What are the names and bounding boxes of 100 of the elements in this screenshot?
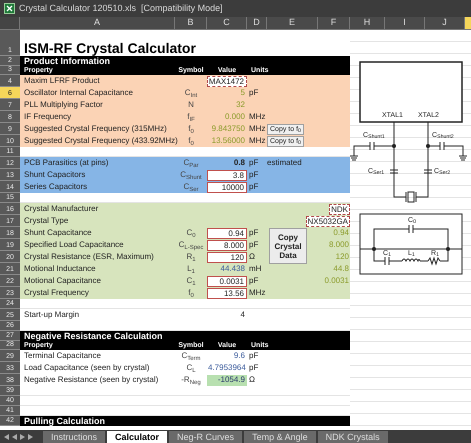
column-header[interactable]: B	[175, 17, 207, 30]
property-label: PLL Multiplying Factor	[24, 100, 103, 109]
value-cell-text: 0.000	[224, 112, 246, 122]
sheet-title: ISM-RF Crystal Calculator	[24, 41, 196, 56]
unit-text: MHz	[249, 136, 266, 145]
unit-text: pF	[249, 276, 258, 285]
column-header[interactable]: I	[385, 17, 425, 30]
property-label: Negative Resistance (seen by crystal)	[24, 375, 158, 384]
value-cell[interactable]: 13.56	[207, 288, 247, 298]
property-label: Oscillator Internal Capacitance	[24, 88, 133, 97]
sheet-tab[interactable]: Calculator	[107, 431, 168, 443]
value-cell-text: 9.6	[232, 350, 246, 362]
unit-text: Ω	[249, 375, 255, 384]
value-cell: -1054.9	[207, 374, 247, 386]
column-header[interactable]: F	[318, 17, 350, 30]
value-cell[interactable]: 0.0031	[207, 276, 247, 286]
symbol-text: C$_{Ser}$	[183, 182, 199, 191]
unit-text: pF	[249, 158, 258, 167]
symbol-text: C$_{0}$	[186, 228, 196, 237]
crystal-value[interactable]: NDK	[329, 204, 350, 214]
value-cell-text: 5	[240, 88, 246, 98]
note-text: estimated	[267, 158, 302, 167]
section-header: Pulling Calculation	[20, 416, 350, 426]
sheet-tab[interactable]: Neg-R Curves	[169, 431, 242, 443]
crystal-value[interactable]: NX5032GA	[306, 216, 350, 226]
crystal-value: 120	[334, 252, 350, 262]
value-cell[interactable]: 0.94	[207, 228, 247, 238]
unit-text: MHz	[249, 288, 266, 297]
value-cell[interactable]: 10000	[207, 182, 247, 192]
value-cell-text: 9.843750	[210, 124, 246, 134]
column-header[interactable]: C	[207, 17, 247, 30]
copy-crystal-data-button[interactable]: Copy Crystal Data	[269, 228, 307, 264]
property-label: Maxim LFRF Product	[24, 76, 100, 85]
unit-text: MHz	[249, 124, 266, 133]
column-header[interactable]: A	[20, 17, 175, 30]
sheet-tab[interactable]: Instructions	[43, 431, 106, 443]
unit-text: pF	[249, 228, 258, 237]
symbol-text: f$_{IF}$	[187, 112, 195, 121]
symbol-text: C$_{Term}$	[181, 351, 201, 360]
symbol-text: C$_{Par}$	[183, 158, 199, 167]
property-label: Shunt Capacitance	[24, 228, 92, 237]
property-label: Shunt Capacitors	[24, 170, 86, 179]
spreadsheet-icon	[4, 3, 15, 14]
sheet-tab[interactable]: Temp & Angle	[244, 431, 316, 443]
section-header: Negative Resistance Calculation	[20, 331, 350, 341]
symbol-text: C$_{Int}$	[184, 88, 198, 97]
value-cell-text: 0.8	[232, 158, 246, 168]
value-cell[interactable]: MAX1472	[206, 76, 247, 86]
property-label: Series Capacitors	[24, 182, 88, 191]
property-label: Crystal Manufacturer	[24, 204, 98, 213]
property-label: Start-up Margin	[24, 310, 80, 319]
crystal-value: 0.94	[332, 228, 350, 238]
unit-text: pF	[249, 170, 258, 179]
property-label: Crystal Type	[24, 216, 68, 225]
value-cell-text: 13.56000	[210, 136, 246, 146]
symbol-text: f$_{0}$	[188, 124, 194, 133]
value-cell[interactable]: 8.000	[207, 240, 247, 250]
symbol-text: C$_{L}$	[186, 363, 196, 372]
property-label: Crystal Frequency	[24, 288, 89, 297]
column-header[interactable]	[465, 17, 471, 30]
value-cell-text: 44.438	[220, 264, 246, 274]
window-title: Crystal Calculator 120510.xls [Compatibility Mode]	[19, 2, 223, 15]
unit-text: pF	[249, 182, 258, 191]
property-label: IF Frequency	[24, 112, 72, 121]
value-cell-text: 32	[235, 100, 246, 110]
property-label: Specified Load Capacitance	[24, 240, 124, 249]
symbol-text: -R$_{Neg}$	[181, 375, 201, 384]
value-cell[interactable]: 3.8	[207, 170, 247, 180]
property-label: Suggested Crystal Frequency (433.92MHz)	[24, 136, 178, 145]
property-label: PCB Parasitics (at pins)	[24, 158, 108, 167]
crystal-value: 44.8	[332, 264, 350, 274]
unit-text: pF	[249, 240, 258, 249]
symbol-text: f$_{0}$	[188, 288, 194, 297]
column-header[interactable]: J	[425, 17, 465, 30]
sheet-tab[interactable]: NDK Crystals	[318, 431, 388, 443]
crystal-value: 0.0031	[324, 276, 350, 286]
property-label: Load Capacitance (seen by crystal)	[24, 363, 150, 372]
value-cell[interactable]: 120	[207, 252, 247, 262]
property-label: Terminal Capacitance	[24, 351, 101, 360]
property-label: Motional Inductance	[24, 264, 96, 273]
symbol-text: C$_{L-Spec}$	[178, 240, 204, 249]
symbol-text: L$_{1}$	[187, 264, 195, 273]
column-header[interactable]: D	[247, 17, 267, 30]
unit-text: mH	[249, 264, 262, 273]
column-header[interactable]: E	[267, 17, 318, 30]
unit-text: MHz	[249, 112, 266, 121]
symbol-text: C$_{1}$	[186, 276, 196, 285]
unit-text: pF	[249, 88, 258, 97]
column-header[interactable]: H	[350, 17, 385, 30]
unit-text: pF	[249, 351, 258, 360]
symbol-text: C$_{Shunt}$	[180, 170, 202, 179]
crystal-value: 8.000	[328, 240, 350, 250]
property-label: Motional Capacitance	[24, 276, 101, 285]
symbol-text: f$_{0}$	[188, 136, 194, 145]
symbol-text: R$_{1}$	[186, 252, 196, 261]
value-cell: 4.7953964	[207, 362, 247, 374]
unit-text: Ω	[249, 252, 255, 261]
section-header: Product Information	[20, 56, 350, 66]
property-label: Crystal Resistance (ESR, Maximum)	[24, 252, 154, 261]
unit-text: pF	[249, 363, 258, 372]
